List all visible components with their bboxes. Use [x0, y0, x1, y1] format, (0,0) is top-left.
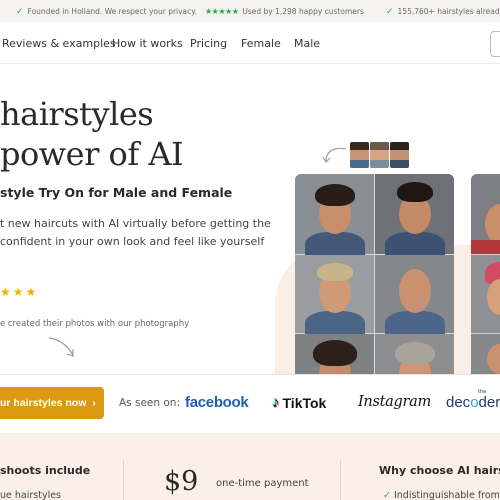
why-choose-title: Why choose AI hairsty	[379, 464, 500, 477]
seen-on-label: As seen on:	[119, 397, 180, 409]
includes-item: ue hairstyles	[0, 490, 62, 500]
nav-link-female[interactable]: Female	[241, 37, 281, 50]
chevron-right-icon: ›	[92, 397, 96, 409]
before-avatars	[350, 142, 409, 168]
hero-description-line1: t new haircuts with AI virtually before …	[0, 217, 271, 230]
stars-icon: ★★★★★	[205, 7, 239, 16]
photo-tile	[295, 174, 374, 262]
trust-item-hairstyles: ✓ 155,760+ hairstyles already cr	[386, 7, 500, 16]
cta-button[interactable]: ur hairstyles now ›	[0, 387, 104, 419]
why-choose-item: ✓ Indistinguishable from	[383, 490, 500, 500]
decoder-logo: decoder	[446, 394, 500, 411]
trust-item-privacy: ✓ Founded in Holland. We respect your pr…	[16, 7, 197, 16]
tiktok-wordmark: TikTok	[282, 394, 327, 411]
nav-link-pricing[interactable]: Pricing	[190, 37, 227, 50]
photo-tile	[375, 174, 454, 262]
cta-label: ur hairstyles now	[0, 397, 87, 409]
nav-login-button[interactable]	[490, 31, 500, 57]
photo-tile	[375, 255, 454, 341]
nav-link-how-it-works[interactable]: How it works	[112, 37, 183, 50]
hero-caption: e created their photos with our photogra…	[0, 319, 190, 329]
trust-text: Founded in Holland. We respect your priv…	[27, 7, 198, 16]
tiktok-logo: ♪ TikTok	[272, 394, 326, 411]
page: ✓ Founded in Holland. We respect your pr…	[0, 0, 500, 500]
includes-title: shoots include	[0, 464, 91, 477]
photo-tile	[295, 255, 374, 341]
ai-results-photo-secondary	[471, 174, 500, 384]
main-nav: Reviews & examples How it works Pricing …	[0, 22, 500, 64]
rating-stars: ★★★	[0, 285, 39, 299]
trust-text: Used by 1,298 happy customers	[242, 7, 364, 16]
tiktok-icon: ♪	[272, 394, 280, 411]
nav-link-reviews[interactable]: Reviews & examples	[2, 37, 116, 50]
check-icon: ✓	[386, 6, 394, 17]
price-note: one-time payment	[216, 478, 309, 489]
check-icon: ✓	[16, 6, 24, 17]
decoder-text: dec	[446, 394, 471, 411]
hero-title-line2: power of AI	[0, 135, 184, 173]
why-choose-item-text: Indistinguishable from	[393, 490, 500, 500]
divider	[340, 460, 341, 500]
decoder-text: o	[470, 394, 479, 411]
avatar	[370, 142, 389, 168]
ai-results-photo	[295, 174, 454, 384]
decoder-text: der	[478, 394, 500, 411]
divider	[123, 460, 124, 500]
hero-title-line1: hairstyles	[0, 95, 154, 133]
small-curved-arrow-icon	[322, 147, 347, 163]
trust-bar: ✓ Founded in Holland. We respect your pr…	[0, 0, 500, 22]
trust-item-customers: ★★★★★ Used by 1,298 happy customers	[205, 7, 364, 16]
instagram-logo: Instagram	[358, 394, 431, 410]
avatar	[390, 142, 409, 168]
nav-link-male[interactable]: Male	[294, 37, 320, 50]
trust-text: 155,760+ hairstyles already cr	[397, 7, 500, 16]
facebook-logo: facebook	[185, 394, 249, 411]
curved-arrow-icon	[48, 337, 74, 357]
hero-description-line2: confident in your own look and feel like…	[0, 235, 265, 248]
avatar	[350, 142, 369, 168]
check-icon: ✓	[383, 490, 391, 500]
price-value: $9	[164, 466, 199, 497]
hero-subtitle: style Try On for Male and Female	[0, 185, 233, 200]
